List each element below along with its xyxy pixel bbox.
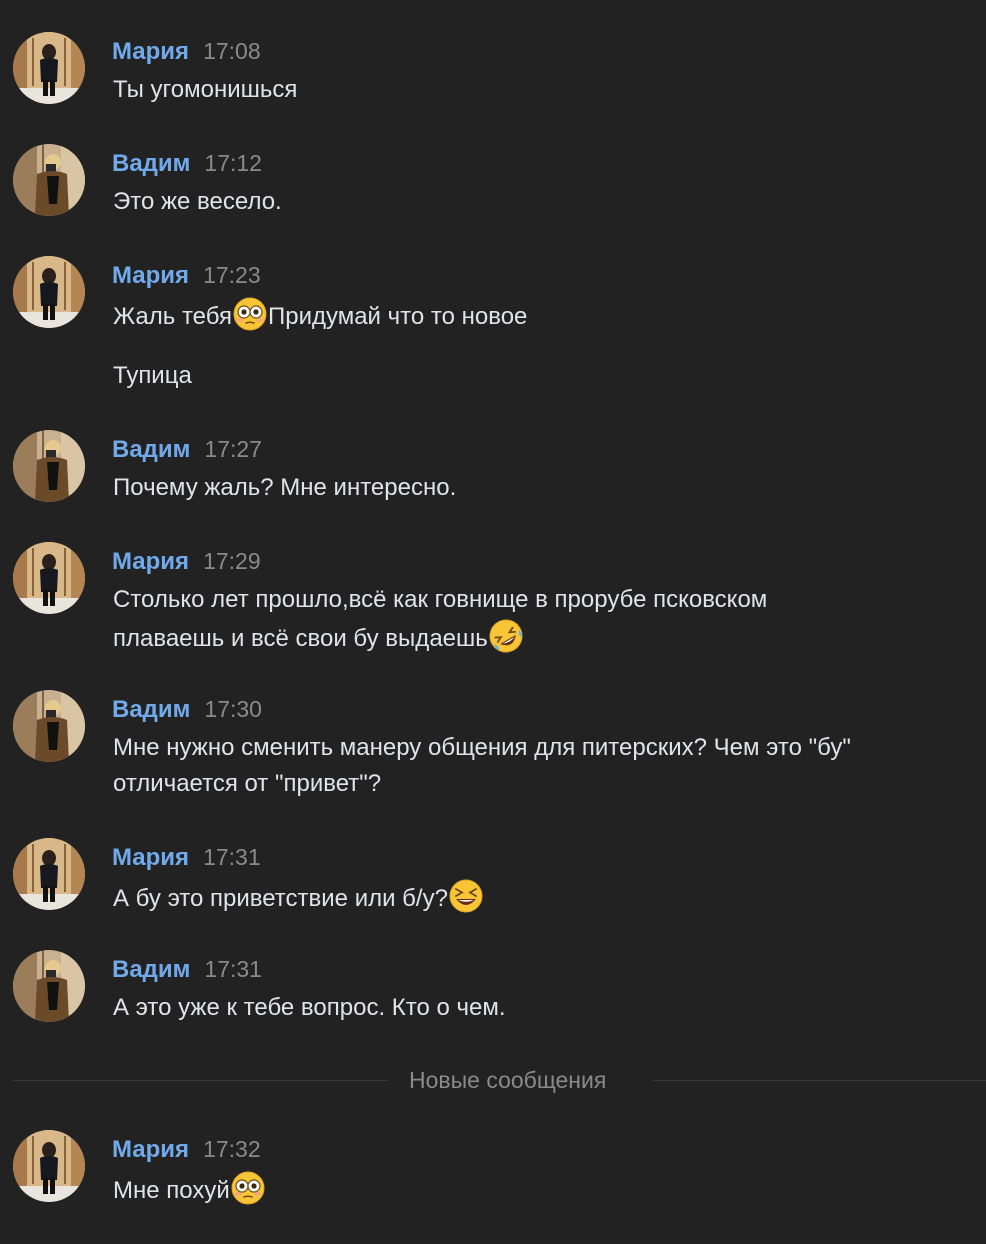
message-time[interactable]: 17:23	[203, 262, 261, 288]
chat-history: Мария 17:08 Ты угомонишься Вадим 17:12 Это же…	[0, 0, 986, 1244]
message-text: А бу это приветствие или б/у?	[113, 878, 873, 917]
grinning-squinting-face-emoji-icon	[448, 878, 484, 914]
message-time[interactable]: 17:32	[203, 1136, 261, 1162]
author-name[interactable]: Вадим	[112, 150, 190, 177]
author-name[interactable]: Мария	[112, 844, 189, 871]
author-name[interactable]: Вадим	[112, 436, 190, 463]
message-header: Вадим 17:12	[112, 148, 262, 182]
message-text-segment: Жаль тебя	[113, 303, 232, 330]
message-time[interactable]: 17:31	[204, 956, 262, 982]
message-text: Столько лет прошло,всё как говнище в про…	[113, 582, 873, 657]
message-time[interactable]: 17:31	[203, 844, 261, 870]
avatar[interactable]	[13, 144, 85, 216]
flushed-face-emoji-icon	[230, 1170, 266, 1206]
message-text: Почему жаль? Мне интересно.	[113, 470, 873, 506]
message-time[interactable]: 17:27	[204, 436, 262, 462]
avatar[interactable]	[13, 32, 85, 104]
message-text-segment: Мне нужно сменить манеру общения для пит…	[113, 734, 851, 797]
author-name[interactable]: Мария	[112, 1136, 189, 1163]
message-text-segment: Придумай что то новое	[267, 303, 528, 330]
message-header: Мария 17:32	[112, 1134, 261, 1168]
rolling-on-floor-laughing-face-emoji-icon	[488, 618, 524, 654]
message-text: Мне похуй	[113, 1170, 873, 1209]
message-header: Вадим 17:31	[112, 954, 262, 988]
message-text-segment: Столько лет прошло,всё как говнище в про…	[113, 586, 768, 652]
message-time[interactable]: 17:12	[204, 150, 262, 176]
message-text-segment: Почему жаль? Мне интересно.	[113, 474, 457, 501]
message-text: Тупица	[113, 358, 873, 394]
message-header: Вадим 17:30	[112, 694, 262, 728]
message-text-segment: Мне похуй	[113, 1177, 230, 1204]
author-name[interactable]: Вадим	[112, 956, 190, 983]
author-name[interactable]: Вадим	[112, 696, 190, 723]
divider-line-right	[653, 1080, 986, 1081]
message-text: А это уже к тебе вопрос. Кто о чем.	[113, 990, 873, 1026]
message-header: Мария 17:08	[112, 36, 261, 70]
message-text: Ты угомонишься	[113, 72, 873, 108]
message-header: Мария 17:31	[112, 842, 261, 876]
message-header: Мария 17:23	[112, 260, 261, 294]
message-time[interactable]: 17:29	[203, 548, 261, 574]
message-time[interactable]: 17:08	[203, 38, 261, 64]
message-text: Это же весело.	[113, 184, 873, 220]
message-text-segment: Ты угомонишься	[113, 76, 298, 103]
author-name[interactable]: Мария	[112, 38, 189, 65]
message-header: Вадим 17:27	[112, 434, 262, 468]
message-time[interactable]: 17:30	[204, 696, 262, 722]
message-text: Мне нужно сменить манеру общения для пит…	[113, 730, 873, 802]
message-header: Мария 17:29	[112, 546, 261, 580]
author-name[interactable]: Мария	[112, 548, 189, 575]
message-text-segment: А бу это приветствие или б/у?	[113, 885, 448, 912]
avatar[interactable]	[13, 950, 85, 1022]
divider-line-left	[13, 1080, 388, 1081]
author-name[interactable]: Мария	[112, 262, 189, 289]
avatar[interactable]	[13, 690, 85, 762]
flushed-face-emoji-icon	[232, 296, 268, 332]
message-text-segment: А это уже к тебе вопрос. Кто о чем.	[113, 994, 506, 1021]
avatar[interactable]	[13, 430, 85, 502]
message-text-segment: Тупица	[113, 362, 192, 389]
avatar[interactable]	[13, 256, 85, 328]
message-text: Жаль тебя Придумай что то новое	[113, 296, 873, 335]
new-messages-divider: Новые сообщения	[13, 1065, 986, 1095]
message-text-segment: Это же весело.	[113, 188, 282, 215]
avatar[interactable]	[13, 838, 85, 910]
avatar[interactable]	[13, 1130, 85, 1202]
new-messages-label: Новые сообщения	[409, 1067, 607, 1093]
avatar[interactable]	[13, 542, 85, 614]
